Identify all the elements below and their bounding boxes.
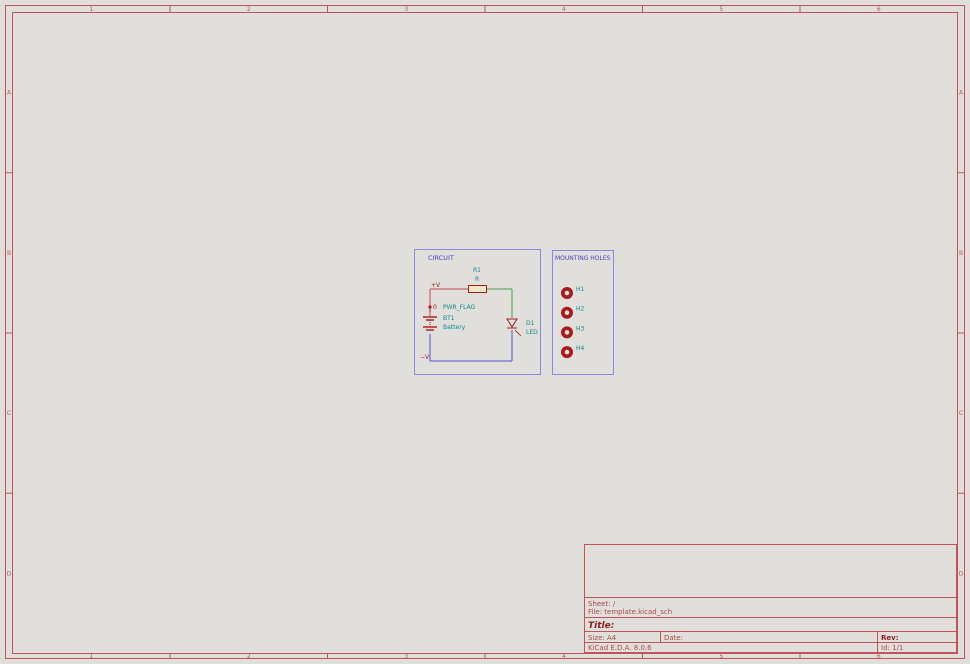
mounting-hole-icon[interactable] bbox=[561, 326, 573, 339]
title-block-app: KiCad E.D.A. 8.0.6 bbox=[588, 644, 652, 652]
mounting-hole-icon[interactable] bbox=[561, 306, 573, 319]
title-block-id: Id: 1/1 bbox=[881, 644, 903, 652]
title-block-sheet: Sheet: / bbox=[588, 600, 616, 608]
net-label-plus: +V bbox=[431, 282, 441, 289]
led-value: LED bbox=[526, 329, 538, 336]
sheet-outer-frame bbox=[5, 5, 965, 659]
mounting-hole-ref: H3 bbox=[576, 325, 585, 332]
circuit-box[interactable]: CIRCUIT +V −V R1 R 0 PWR_FLAG BT1 Batter… bbox=[414, 249, 541, 375]
mounting-hole-ref: H4 bbox=[576, 345, 585, 352]
frame-column-label: 4 bbox=[562, 6, 566, 13]
title-block-title: Title: bbox=[588, 621, 614, 631]
mounting-hole-icon[interactable] bbox=[561, 346, 573, 359]
frame-row-label: A bbox=[7, 90, 12, 97]
power-flag-icon[interactable] bbox=[428, 305, 432, 312]
frame-column-label: 2 bbox=[247, 653, 251, 660]
battery-value: Battery bbox=[443, 324, 466, 331]
frame-column-label: 6 bbox=[877, 653, 881, 660]
sheet-inner-frame bbox=[12, 12, 958, 654]
frame-row-label: C bbox=[7, 410, 11, 417]
title-block-size: Size: A4 bbox=[588, 634, 617, 642]
frame-ruler: 1 1 2 2 3 3 4 4 5 5 6 6 A A B B C C D D bbox=[5, 5, 965, 660]
title-block-outline bbox=[584, 544, 957, 653]
mounting-hole-icon[interactable] bbox=[561, 287, 573, 299]
frame-column-label: 1 bbox=[89, 6, 93, 13]
schematic-sheet[interactable]: 1 1 2 2 3 3 4 4 5 5 6 6 A A B B C C D D CIRCUIT +V −V R1 R … bbox=[0, 0, 970, 664]
battery-icon[interactable] bbox=[423, 316, 437, 331]
power-flag-label: PWR_FLAG bbox=[443, 304, 476, 311]
mounting-hole-ref: H2 bbox=[576, 306, 585, 313]
frame-row-label: D bbox=[7, 570, 12, 577]
title-block-date: Date: bbox=[664, 634, 683, 642]
frame-row-label: B bbox=[959, 250, 963, 257]
power-flag-pin: 0 bbox=[433, 304, 437, 311]
frame-column-label: 1 bbox=[89, 653, 93, 660]
title-block-rev: Rev: bbox=[881, 634, 899, 642]
led-ref: D1 bbox=[526, 320, 535, 327]
frame-column-label: 3 bbox=[404, 653, 408, 660]
net-label-minus: −V bbox=[420, 354, 430, 361]
frame-column-label: 5 bbox=[719, 6, 723, 13]
mounting-holes-box[interactable]: MOUNTING HOLES H1 H2 H3 H4 bbox=[552, 250, 614, 375]
frame-row-label: A bbox=[959, 90, 964, 97]
frame-row-label: C bbox=[959, 410, 963, 417]
circuit-box-title: CIRCUIT bbox=[428, 254, 454, 262]
frame-row-label: D bbox=[959, 570, 964, 577]
frame-column-label: 5 bbox=[719, 653, 723, 660]
title-block: Sheet: / File: template.kicad_sch Title:… bbox=[584, 544, 957, 653]
frame-column-label: 4 bbox=[562, 653, 566, 660]
resistor-ref: R1 bbox=[473, 267, 481, 274]
led-icon[interactable] bbox=[506, 318, 522, 337]
mounting-holes-list: H1 H2 H3 H4 bbox=[561, 286, 585, 359]
resistor-value: R bbox=[475, 276, 479, 283]
title-block-file: File: template.kicad_sch bbox=[588, 608, 672, 616]
mounting-hole-ref: H1 bbox=[576, 286, 585, 293]
frame-column-label: 2 bbox=[247, 6, 251, 13]
frame-column-label: 6 bbox=[877, 6, 881, 13]
frame-column-label: 3 bbox=[404, 6, 408, 13]
frame-row-label: B bbox=[7, 250, 11, 257]
battery-ref: BT1 bbox=[443, 315, 455, 322]
mounting-box-title: MOUNTING HOLES bbox=[555, 255, 611, 262]
resistor-icon[interactable] bbox=[468, 285, 487, 293]
